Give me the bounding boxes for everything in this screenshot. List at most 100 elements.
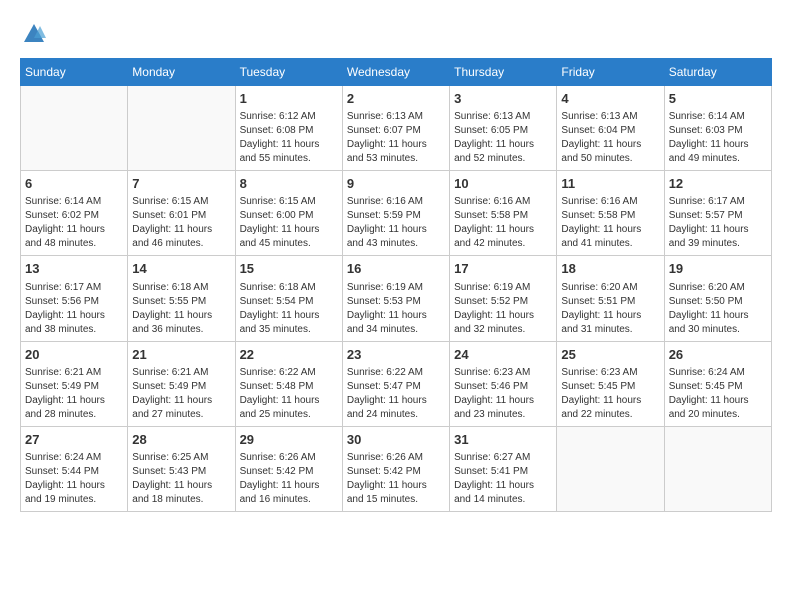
day-info: Sunrise: 6:17 AMSunset: 5:56 PMDaylight:… bbox=[25, 281, 123, 337]
day-number: 4 bbox=[561, 90, 659, 108]
day-info: Sunrise: 6:16 AMSunset: 5:58 PMDaylight:… bbox=[454, 195, 552, 251]
weekday-header: Wednesday bbox=[342, 59, 449, 86]
day-info: Sunrise: 6:13 AMSunset: 6:04 PMDaylight:… bbox=[561, 110, 659, 166]
calendar-day-cell: 17 Sunrise: 6:19 AMSunset: 5:52 PMDayligh… bbox=[450, 256, 557, 341]
calendar-week-row: 27 Sunrise: 6:24 AMSunset: 5:44 PMDayligh… bbox=[21, 426, 772, 511]
day-info: Sunrise: 6:18 AMSunset: 5:55 PMDaylight:… bbox=[132, 281, 230, 337]
calendar-day-cell: 18 Sunrise: 6:20 AMSunset: 5:51 PMDayligh… bbox=[557, 256, 664, 341]
day-number: 26 bbox=[669, 346, 767, 364]
day-number: 6 bbox=[25, 175, 123, 193]
calendar-day-cell: 4 Sunrise: 6:13 AMSunset: 6:04 PMDaylight… bbox=[557, 86, 664, 171]
page-header bbox=[20, 20, 772, 48]
calendar-day-cell: 16 Sunrise: 6:19 AMSunset: 5:53 PMDayligh… bbox=[342, 256, 449, 341]
day-info: Sunrise: 6:24 AMSunset: 5:44 PMDaylight:… bbox=[25, 451, 123, 507]
day-info: Sunrise: 6:17 AMSunset: 5:57 PMDaylight:… bbox=[669, 195, 767, 251]
calendar-day-cell: 25 Sunrise: 6:23 AMSunset: 5:45 PMDayligh… bbox=[557, 341, 664, 426]
day-number: 3 bbox=[454, 90, 552, 108]
day-info: Sunrise: 6:22 AMSunset: 5:48 PMDaylight:… bbox=[240, 366, 338, 422]
calendar-day-cell: 12 Sunrise: 6:17 AMSunset: 5:57 PMDayligh… bbox=[664, 171, 771, 256]
calendar-day-cell: 30Sunrise: 6:26 AMSunset: 5:42 PMDayligh… bbox=[342, 426, 449, 511]
day-number: 14 bbox=[132, 260, 230, 278]
day-info: Sunrise: 6:26 AMSunset: 5:42 PMDaylight:… bbox=[240, 451, 338, 507]
calendar-day-cell: 8Sunrise: 6:15 AMSunset: 6:00 PMDaylight… bbox=[235, 171, 342, 256]
day-number: 24 bbox=[454, 346, 552, 364]
calendar-day-cell: 22 Sunrise: 6:22 AMSunset: 5:48 PMDayligh… bbox=[235, 341, 342, 426]
day-info: Sunrise: 6:25 AMSunset: 5:43 PMDaylight:… bbox=[132, 451, 230, 507]
day-info: Sunrise: 6:23 AMSunset: 5:46 PMDaylight:… bbox=[454, 366, 552, 422]
day-info: Sunrise: 6:13 AMSunset: 6:05 PMDaylight:… bbox=[454, 110, 552, 166]
day-info: Sunrise: 6:22 AMSunset: 5:47 PMDaylight:… bbox=[347, 366, 445, 422]
calendar-day-cell: 28 Sunrise: 6:25 AMSunset: 5:43 PMDayligh… bbox=[128, 426, 235, 511]
calendar-day-cell: 14 Sunrise: 6:18 AMSunset: 5:55 PMDayligh… bbox=[128, 256, 235, 341]
weekday-header: Tuesday bbox=[235, 59, 342, 86]
day-info: Sunrise: 6:24 AMSunset: 5:45 PMDaylight:… bbox=[669, 366, 767, 422]
day-info: Sunrise: 6:16 AMSunset: 5:59 PMDaylight:… bbox=[347, 195, 445, 251]
day-number: 23 bbox=[347, 346, 445, 364]
calendar-day-cell bbox=[557, 426, 664, 511]
day-number: 29 bbox=[240, 431, 338, 449]
calendar-day-cell bbox=[664, 426, 771, 511]
day-info: Sunrise: 6:21 AMSunset: 5:49 PMDaylight:… bbox=[25, 366, 123, 422]
day-number: 5 bbox=[669, 90, 767, 108]
day-number: 8 bbox=[240, 175, 338, 193]
calendar-day-cell: 26 Sunrise: 6:24 AMSunset: 5:45 PMDayligh… bbox=[664, 341, 771, 426]
calendar-week-row: 1Sunrise: 6:12 AMSunset: 6:08 PMDaylight… bbox=[21, 86, 772, 171]
day-number: 2 bbox=[347, 90, 445, 108]
weekday-header: Saturday bbox=[664, 59, 771, 86]
calendar-day-cell: 24 Sunrise: 6:23 AMSunset: 5:46 PMDayligh… bbox=[450, 341, 557, 426]
day-info: Sunrise: 6:19 AMSunset: 5:52 PMDaylight:… bbox=[454, 281, 552, 337]
day-info: Sunrise: 6:19 AMSunset: 5:53 PMDaylight:… bbox=[347, 281, 445, 337]
calendar-day-cell: 3 Sunrise: 6:13 AMSunset: 6:05 PMDaylight… bbox=[450, 86, 557, 171]
day-number: 25 bbox=[561, 346, 659, 364]
calendar-day-cell: 20Sunrise: 6:21 AMSunset: 5:49 PMDayligh… bbox=[21, 341, 128, 426]
calendar-day-cell: 7 Sunrise: 6:15 AMSunset: 6:01 PMDaylight… bbox=[128, 171, 235, 256]
day-number: 31 bbox=[454, 431, 552, 449]
day-info: Sunrise: 6:12 AMSunset: 6:08 PMDaylight:… bbox=[240, 110, 338, 166]
calendar-week-row: 13 Sunrise: 6:17 AMSunset: 5:56 PMDayligh… bbox=[21, 256, 772, 341]
day-number: 19 bbox=[669, 260, 767, 278]
weekday-header: Friday bbox=[557, 59, 664, 86]
calendar-day-cell: 5 Sunrise: 6:14 AMSunset: 6:03 PMDaylight… bbox=[664, 86, 771, 171]
day-info: Sunrise: 6:20 AMSunset: 5:51 PMDaylight:… bbox=[561, 281, 659, 337]
calendar-day-cell: 21 Sunrise: 6:21 AMSunset: 5:49 PMDayligh… bbox=[128, 341, 235, 426]
day-info: Sunrise: 6:20 AMSunset: 5:50 PMDaylight:… bbox=[669, 281, 767, 337]
logo-icon bbox=[20, 20, 48, 48]
calendar-week-row: 20Sunrise: 6:21 AMSunset: 5:49 PMDayligh… bbox=[21, 341, 772, 426]
weekday-header: Thursday bbox=[450, 59, 557, 86]
day-number: 17 bbox=[454, 260, 552, 278]
weekday-header: Sunday bbox=[21, 59, 128, 86]
day-number: 27 bbox=[25, 431, 123, 449]
day-number: 16 bbox=[347, 260, 445, 278]
day-number: 15 bbox=[240, 260, 338, 278]
calendar-table: SundayMondayTuesdayWednesdayThursdayFrid… bbox=[20, 58, 772, 512]
day-number: 22 bbox=[240, 346, 338, 364]
day-info: Sunrise: 6:27 AMSunset: 5:41 PMDaylight:… bbox=[454, 451, 552, 507]
day-number: 28 bbox=[132, 431, 230, 449]
calendar-day-cell: 27 Sunrise: 6:24 AMSunset: 5:44 PMDayligh… bbox=[21, 426, 128, 511]
day-info: Sunrise: 6:23 AMSunset: 5:45 PMDaylight:… bbox=[561, 366, 659, 422]
day-number: 10 bbox=[454, 175, 552, 193]
day-info: Sunrise: 6:18 AMSunset: 5:54 PMDaylight:… bbox=[240, 281, 338, 337]
day-info: Sunrise: 6:21 AMSunset: 5:49 PMDaylight:… bbox=[132, 366, 230, 422]
day-number: 13 bbox=[25, 260, 123, 278]
day-number: 12 bbox=[669, 175, 767, 193]
calendar-day-cell: 13 Sunrise: 6:17 AMSunset: 5:56 PMDayligh… bbox=[21, 256, 128, 341]
day-number: 7 bbox=[132, 175, 230, 193]
day-info: Sunrise: 6:15 AMSunset: 6:01 PMDaylight:… bbox=[132, 195, 230, 251]
calendar-day-cell: 19 Sunrise: 6:20 AMSunset: 5:50 PMDayligh… bbox=[664, 256, 771, 341]
calendar-day-cell: 2Sunrise: 6:13 AMSunset: 6:07 PMDaylight… bbox=[342, 86, 449, 171]
weekday-header: Monday bbox=[128, 59, 235, 86]
calendar-day-cell: 6Sunrise: 6:14 AMSunset: 6:02 PMDaylight… bbox=[21, 171, 128, 256]
calendar-day-cell: 1Sunrise: 6:12 AMSunset: 6:08 PMDaylight… bbox=[235, 86, 342, 171]
day-info: Sunrise: 6:26 AMSunset: 5:42 PMDaylight:… bbox=[347, 451, 445, 507]
logo bbox=[20, 20, 52, 48]
calendar-week-row: 6Sunrise: 6:14 AMSunset: 6:02 PMDaylight… bbox=[21, 171, 772, 256]
calendar-day-cell: 31 Sunrise: 6:27 AMSunset: 5:41 PMDayligh… bbox=[450, 426, 557, 511]
day-number: 11 bbox=[561, 175, 659, 193]
calendar-day-cell: 11Sunrise: 6:16 AMSunset: 5:58 PMDayligh… bbox=[557, 171, 664, 256]
day-number: 21 bbox=[132, 346, 230, 364]
day-number: 18 bbox=[561, 260, 659, 278]
day-info: Sunrise: 6:14 AMSunset: 6:03 PMDaylight:… bbox=[669, 110, 767, 166]
calendar-day-cell bbox=[128, 86, 235, 171]
calendar-day-cell: 23 Sunrise: 6:22 AMSunset: 5:47 PMDayligh… bbox=[342, 341, 449, 426]
